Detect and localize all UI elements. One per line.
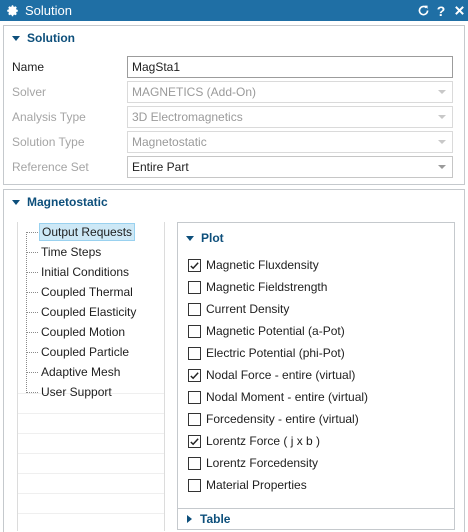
plot-option-row[interactable]: Electric Potential (phi-Pot)	[188, 344, 345, 362]
tree-gridline	[18, 413, 164, 414]
plot-option-row[interactable]: Lorentz Forcedensity	[188, 454, 318, 472]
checkbox[interactable]	[188, 456, 201, 470]
reference-set-select[interactable]: Entire Part	[127, 156, 453, 178]
plot-option-row[interactable]: Material Properties	[188, 476, 307, 494]
tree-item-label: Coupled Thermal	[41, 285, 133, 299]
plot-option-row[interactable]: Magnetic Fieldstrength	[188, 278, 327, 296]
title-bar: Solution ?	[0, 0, 468, 21]
plot-option-label: Magnetic Potential (a-Pot)	[206, 324, 345, 338]
tree-item-user-support[interactable]: User Support	[18, 382, 164, 402]
checkbox[interactable]	[188, 302, 201, 316]
checkbox[interactable]	[188, 390, 201, 404]
table-section-header[interactable]: Table	[178, 509, 230, 529]
checkbox[interactable]	[188, 412, 201, 426]
plot-option-label: Current Density	[206, 302, 290, 316]
tree-gridline	[18, 493, 164, 494]
checkmark-icon	[190, 261, 199, 269]
plot-option-row[interactable]: Magnetic Potential (a-Pot)	[188, 322, 345, 340]
tree-item-label: User Support	[41, 385, 112, 399]
plot-option-row[interactable]: Current Density	[188, 300, 289, 318]
tree-gridline	[18, 513, 164, 514]
name-input[interactable]: MagSta1	[127, 56, 453, 78]
tree-item-label: Coupled Particle	[41, 345, 130, 359]
solution-type-select: Magnetostatic	[127, 131, 453, 153]
chevron-down-icon	[438, 165, 446, 169]
plot-option-label: Electric Potential (phi-Pot)	[206, 346, 345, 360]
tree-item-label: Coupled Motion	[41, 325, 126, 339]
tree-item-label: Adaptive Mesh	[41, 365, 121, 379]
name-label: Name	[12, 60, 45, 74]
checkbox[interactable]	[188, 280, 201, 294]
analysis-type-select: 3D Electromagnetics	[127, 106, 453, 128]
plot-section-header[interactable]: Plot	[178, 228, 224, 248]
checkbox-checked[interactable]	[188, 258, 201, 272]
checkbox[interactable]	[188, 324, 201, 338]
reset-icon[interactable]	[414, 0, 432, 21]
plot-option-row[interactable]: Nodal Moment - entire (virtual)	[188, 388, 368, 406]
tree-item-label: Initial Conditions	[41, 265, 130, 279]
solution-type-value: Magnetostatic	[132, 135, 207, 149]
help-icon[interactable]: ?	[432, 0, 450, 21]
table-panel: Table	[177, 508, 455, 530]
tree-item-label: Time Steps	[41, 245, 102, 259]
close-icon[interactable]	[450, 0, 468, 21]
tree-item-label: Coupled Elasticity	[41, 305, 137, 319]
reference-set-label: Reference Set	[12, 160, 89, 174]
tree-gridline	[18, 453, 164, 454]
plot-option-row[interactable]: Lorentz Force ( j x b )	[188, 432, 320, 450]
tree-item-coupled-elasticity[interactable]: Coupled Elasticity	[18, 302, 164, 322]
plot-option-label: Nodal Moment - entire (virtual)	[206, 390, 369, 404]
window-title: Solution	[25, 3, 72, 18]
checkbox[interactable]	[188, 346, 201, 360]
solver-label: Solver	[12, 85, 47, 99]
analysis-type-value: 3D Electromagnetics	[132, 110, 243, 124]
plot-option-row[interactable]: Nodal Force - entire (virtual)	[188, 366, 355, 384]
collapse-icon	[12, 199, 20, 205]
magnetostatic-header-label: Magnetostatic	[27, 195, 108, 209]
solver-value: MAGNETICS (Add-On)	[132, 85, 257, 99]
plot-option-row[interactable]: Magnetic Fluxdensity	[188, 256, 319, 274]
checkbox[interactable]	[188, 478, 201, 492]
table-header-label: Table	[200, 512, 231, 526]
tree-item-label: Output Requests	[39, 223, 136, 241]
solution-section-header[interactable]: Solution	[4, 28, 75, 48]
tree-gridline	[18, 473, 164, 474]
checkmark-icon	[190, 371, 199, 379]
tree-item-output-requests[interactable]: Output Requests	[18, 222, 164, 242]
solution-type-label: Solution Type	[12, 135, 85, 149]
solution-header-label: Solution	[27, 31, 75, 45]
chevron-down-icon	[438, 140, 446, 144]
tree-item-coupled-thermal[interactable]: Coupled Thermal	[18, 282, 164, 302]
gear-icon	[5, 4, 19, 18]
checkmark-icon	[190, 437, 199, 445]
collapse-icon	[186, 235, 194, 241]
plot-option-label: Magnetic Fieldstrength	[206, 280, 328, 294]
analysis-type-label: Analysis Type	[12, 110, 86, 124]
tree-item-time-steps[interactable]: Time Steps	[18, 242, 164, 262]
plot-option-label: Magnetic Fluxdensity	[206, 258, 319, 272]
plot-option-label: Lorentz Forcedensity	[206, 456, 319, 470]
tree-item-coupled-particle[interactable]: Coupled Particle	[18, 342, 164, 362]
checkbox-checked[interactable]	[188, 368, 201, 382]
plot-option-row[interactable]: Forcedensity - entire (virtual)	[188, 410, 359, 428]
plot-option-label: Material Properties	[206, 478, 307, 492]
solver-select: MAGNETICS (Add-On)	[127, 81, 453, 103]
magnetostatic-section-header[interactable]: Magnetostatic	[4, 192, 108, 212]
chevron-down-icon	[438, 90, 446, 94]
plot-panel: Plot Magnetic Fluxdensity Magnetic Fields…	[177, 222, 455, 510]
collapse-icon	[12, 35, 20, 41]
tree-item-coupled-motion[interactable]: Coupled Motion	[18, 322, 164, 342]
chevron-down-icon	[438, 115, 446, 119]
plot-option-label: Nodal Force - entire (virtual)	[206, 368, 356, 382]
expand-icon	[187, 515, 192, 523]
tree-item-initial-conditions[interactable]: Initial Conditions	[18, 262, 164, 282]
tree-gridline	[18, 433, 164, 434]
plot-header-label: Plot	[201, 231, 224, 245]
options-tree: Output Requests Time Steps Initial Condi…	[17, 222, 165, 531]
plot-option-label: Lorentz Force ( j x b )	[206, 434, 321, 448]
plot-option-label: Forcedensity - entire (virtual)	[206, 412, 359, 426]
checkbox-checked[interactable]	[188, 434, 201, 448]
reference-set-value: Entire Part	[132, 160, 189, 174]
tree-item-adaptive-mesh[interactable]: Adaptive Mesh	[18, 362, 164, 382]
